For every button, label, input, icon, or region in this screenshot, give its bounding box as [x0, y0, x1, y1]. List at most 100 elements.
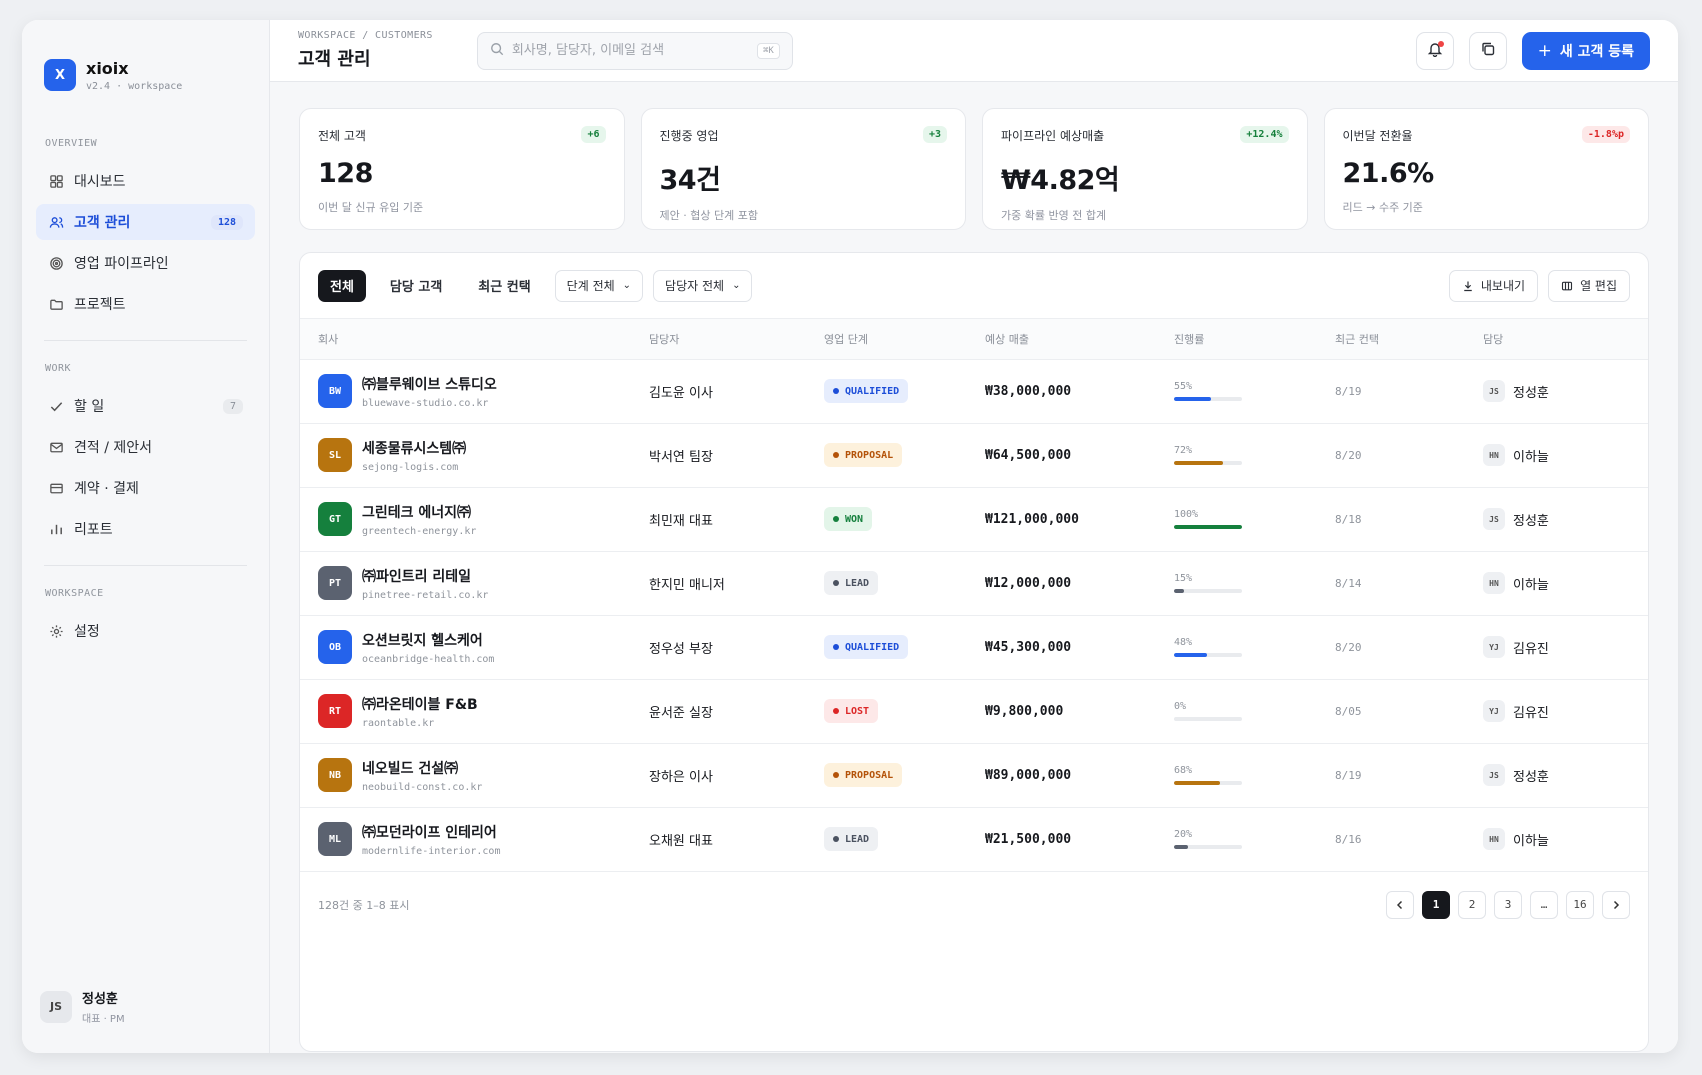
search-box[interactable]: ⌘K — [476, 31, 793, 70]
stage-badge: LEAD — [824, 571, 879, 595]
cell-company: SL 세종물류시스템㈜ sejong-logis.com — [300, 423, 649, 488]
prev-page-button[interactable] — [1386, 890, 1414, 919]
edit-columns-button[interactable]: 열 편집 — [1548, 269, 1630, 302]
stage-badge: QUALIFIED — [824, 379, 909, 403]
owner-filter-label: 담당자 전체 — [665, 279, 725, 293]
owner: HN 이하늘 — [1483, 828, 1648, 850]
company-domain: bluewave-studio.co.kr — [362, 397, 489, 409]
company-name[interactable]: 네오빌드 건설㈜ — [362, 758, 482, 778]
header-last-contact[interactable]: 최근 컨택 — [1335, 319, 1483, 360]
company-name[interactable]: ㈜라온테이블 F&B — [362, 694, 478, 714]
user-profile[interactable]: JS 정성훈 대표 · PM — [40, 988, 125, 1025]
new-customer-button[interactable]: + 새 고객 등록 — [1521, 31, 1650, 70]
filter-tab[interactable]: 전체 — [318, 269, 366, 302]
sidebar-item[interactable]: 리포트 — [36, 511, 255, 547]
page-button[interactable]: 2 — [1458, 890, 1486, 919]
cell-company: PT ㈜파인트리 리테일 pinetree-retail.co.kr — [300, 551, 649, 616]
header-owner[interactable]: 담당 — [1483, 319, 1648, 360]
company-domain: raontable.kr — [362, 717, 435, 729]
page-button[interactable]: 3 — [1494, 890, 1522, 919]
progress-label: 55% — [1174, 381, 1193, 392]
sidebar-item[interactable]: 프로젝트 — [36, 286, 255, 322]
sidebar-item[interactable]: 대시보드 — [36, 163, 255, 199]
company-domain: oceanbridge-health.com — [362, 653, 495, 665]
company-name[interactable]: 그린테크 에너지㈜ — [362, 502, 476, 522]
company-name[interactable]: ㈜파인트리 리테일 — [362, 566, 488, 586]
table-row[interactable]: NB 네오빌드 건설㈜ neobuild-const.co.kr 장하은 이사 PROP… — [300, 743, 1648, 808]
cell-revenue: ₩45,300,000 — [985, 615, 1174, 680]
cell-owner: YJ 김유진 — [1483, 615, 1648, 680]
stage-label: QUALIFIED — [845, 385, 900, 397]
owner: JS 정성훈 — [1483, 508, 1648, 530]
header-stage[interactable]: 영업 단계 — [824, 319, 985, 360]
header-progress[interactable]: 진행률 — [1174, 319, 1335, 360]
page-button[interactable]: … — [1530, 890, 1558, 919]
progress-fill — [1174, 461, 1223, 465]
header-revenue[interactable]: 예상 매출 — [985, 319, 1174, 360]
company: OB 오션브릿지 헬스케어 oceanbridge-health.com — [318, 630, 649, 665]
owner: YJ 김유진 — [1483, 700, 1648, 722]
stat-card: 이번달 전환율 -1.8%p 21.6% 리드 → 수주 기준 — [1323, 108, 1649, 230]
company-name[interactable]: ㈜모던라이프 인테리어 — [362, 822, 500, 842]
company-name[interactable]: 오션브릿지 헬스케어 — [362, 630, 494, 650]
sidebar-item[interactable]: 고객 관리 128 — [36, 204, 255, 240]
export-label: 내보내기 — [1480, 279, 1526, 293]
owner-filter[interactable]: 담당자 전체 ⌄ — [653, 269, 753, 302]
target-icon — [48, 255, 64, 271]
sidebar-item[interactable]: 견적 / 제안서 — [36, 429, 255, 465]
sidebar-item[interactable]: 계약 · 결제 — [36, 470, 255, 506]
check-icon — [48, 398, 64, 414]
stat-note: 리드 → 수주 기준 — [1342, 201, 1423, 214]
table-row[interactable]: GT 그린테크 에너지㈜ greentech-energy.kr 최민재 대표 WON ₩… — [300, 487, 1648, 552]
header-company[interactable]: 회사 — [300, 319, 649, 360]
stat-change-badge: +6 — [581, 126, 606, 143]
table-row[interactable]: BW ㈜블루웨이브 스튜디오 bluewave-studio.co.kr 김도윤 이사… — [300, 359, 1648, 424]
customer-table: 회사 담당자 영업 단계 예상 매출 진행률 최근 컨택 담당 BW ㈜블루웨이브… — [300, 319, 1648, 872]
page-button[interactable]: 16 — [1566, 890, 1594, 919]
filter-tab[interactable]: 담당 고객 — [378, 270, 454, 302]
folder-icon — [48, 296, 64, 312]
sidebar-item[interactable]: 영업 파이프라인 — [36, 245, 255, 281]
page-button[interactable]: 1 — [1422, 890, 1450, 919]
cell-contact: 오채원 대표 — [649, 807, 824, 872]
stage-filter[interactable]: 단계 전체 ⌄ — [554, 269, 644, 302]
table-row[interactable]: OB 오션브릿지 헬스케어 oceanbridge-health.com 정우성 부장… — [300, 615, 1648, 680]
gear-icon — [48, 623, 64, 639]
search-input[interactable] — [511, 43, 757, 58]
cell-owner: JS 정성훈 — [1483, 359, 1648, 424]
filter-tab[interactable]: 최근 컨택 — [466, 270, 542, 302]
users-icon — [48, 214, 64, 230]
table-row[interactable]: SL 세종물류시스템㈜ sejong-logis.com 박서연 팀장 PROPOSAL… — [300, 423, 1648, 488]
download-icon — [1464, 281, 1472, 291]
chevron-left-icon — [1396, 900, 1403, 909]
export-button[interactable]: 내보내기 — [1448, 269, 1539, 302]
cell-company: BW ㈜블루웨이브 스튜디오 bluewave-studio.co.kr — [300, 359, 649, 424]
cell-company: NB 네오빌드 건설㈜ neobuild-const.co.kr — [300, 743, 649, 808]
next-page-button[interactable] — [1602, 890, 1630, 919]
sidebar-item-label: 영업 파이프라인 — [74, 256, 169, 272]
brand[interactable]: X xioix v2.4 · workspace — [22, 20, 269, 102]
stage-label: PROPOSAL — [845, 769, 894, 781]
stat-note: 가중 확률 반영 전 합계 — [1001, 209, 1107, 222]
copy-button[interactable] — [1468, 31, 1507, 70]
sidebar-list: 대시보드고객 관리 128 영업 파이프라인프로젝트 — [22, 163, 269, 322]
notifications-button[interactable] — [1415, 31, 1454, 70]
table-row[interactable]: RT ㈜라온테이블 F&B raontable.kr 윤서준 실장 LOST ₩9,800… — [300, 679, 1648, 744]
table-row[interactable]: ML ㈜모던라이프 인테리어 modernlife-interior.com 오채원 … — [300, 807, 1648, 872]
sidebar-item-label: 계약 · 결제 — [74, 481, 139, 497]
progress-bar — [1174, 397, 1242, 401]
table-row[interactable]: PT ㈜파인트리 리테일 pinetree-retail.co.kr 한지민 매니저 L… — [300, 551, 1648, 616]
sidebar-item[interactable]: 설정 — [36, 613, 255, 649]
expected-revenue: ₩121,000,000 — [985, 511, 1079, 527]
stage-badge: LEAD — [824, 827, 879, 851]
sidebar-item[interactable]: 할 일 7 — [36, 388, 255, 424]
cell-last-contact: 8/14 — [1335, 551, 1483, 616]
owner-avatar: HN — [1483, 572, 1505, 594]
cell-revenue: ₩21,500,000 — [985, 807, 1174, 872]
header-contact[interactable]: 담당자 — [649, 319, 824, 360]
cell-stage: LEAD — [824, 551, 985, 616]
cell-progress: 48% — [1174, 615, 1335, 680]
company-name[interactable]: ㈜블루웨이브 스튜디오 — [362, 374, 497, 394]
company-name[interactable]: 세종물류시스템㈜ — [362, 438, 466, 458]
cell-contact: 윤서준 실장 — [649, 679, 824, 744]
